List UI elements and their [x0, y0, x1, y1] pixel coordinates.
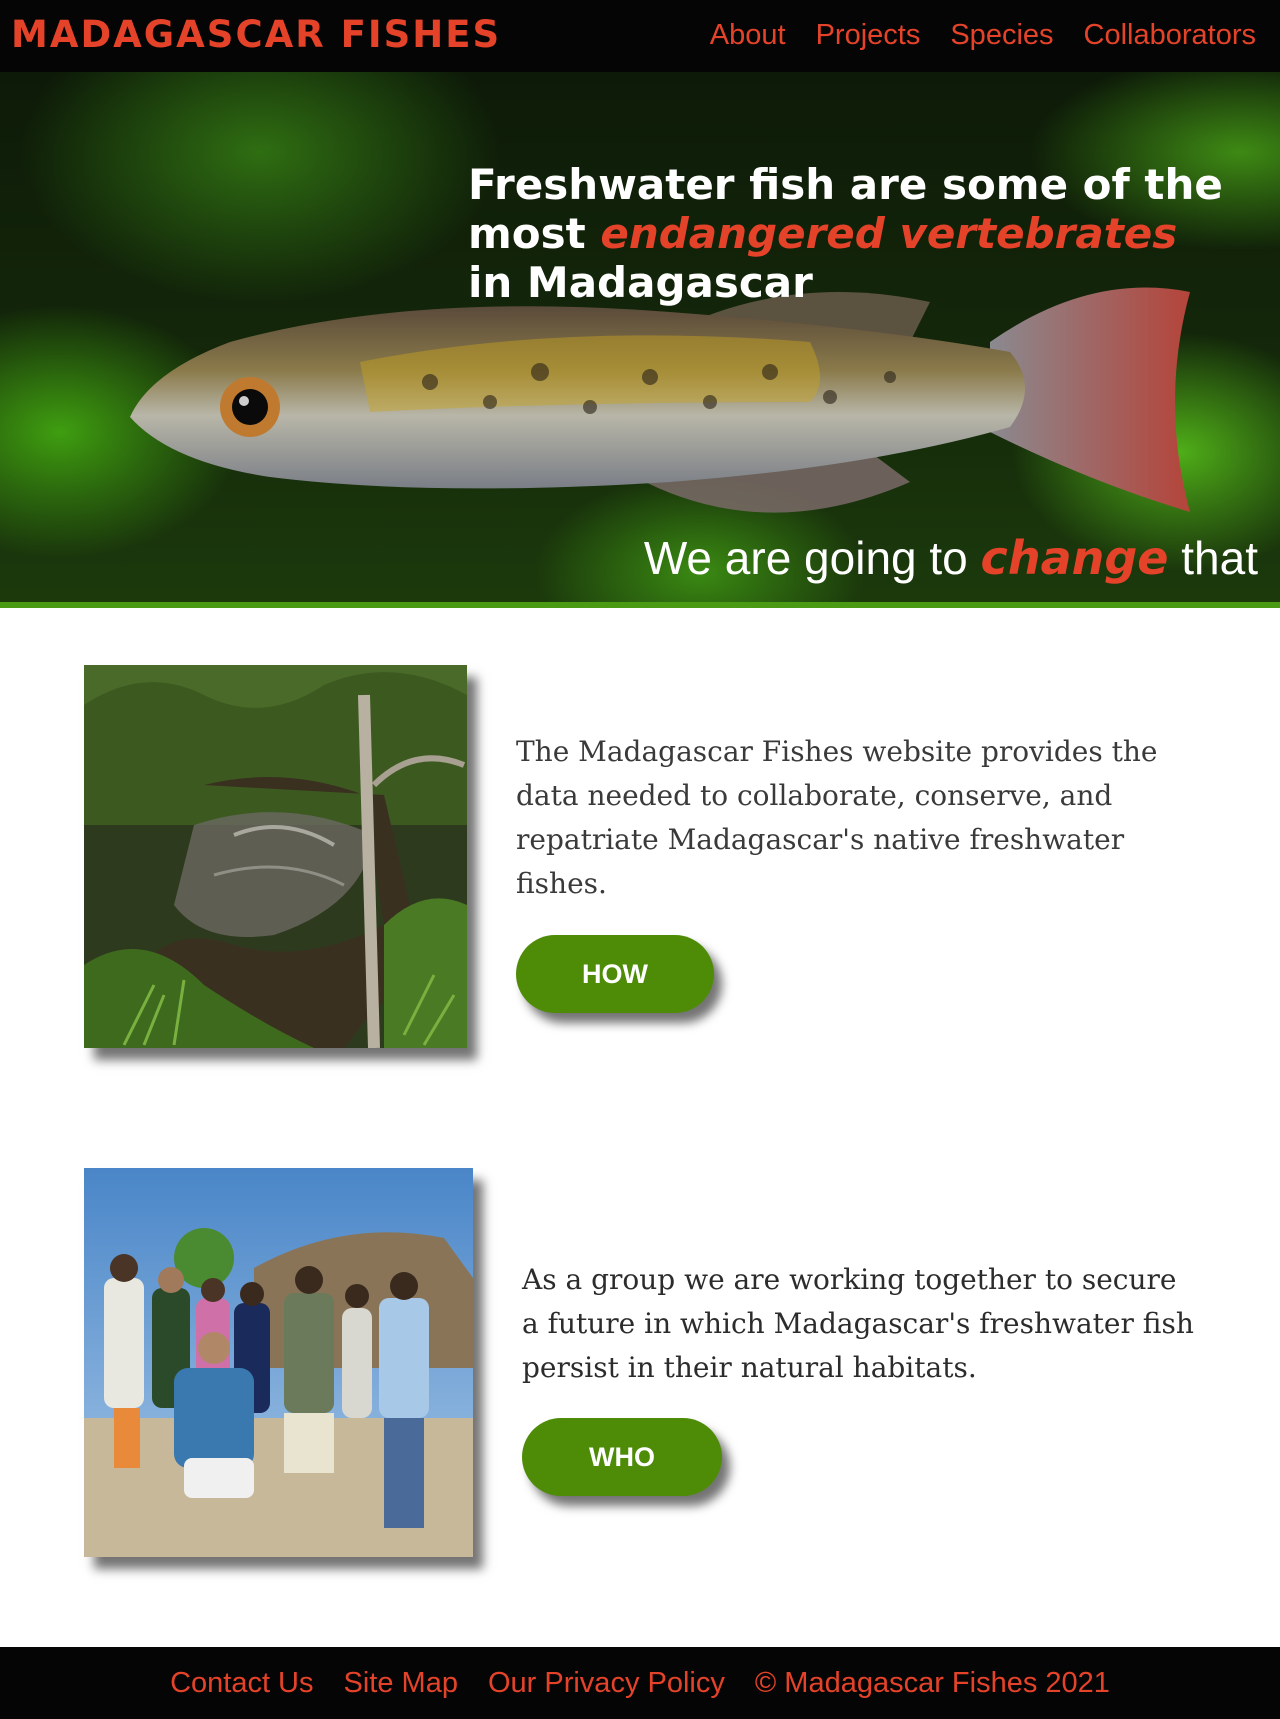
- nav-link-about[interactable]: About: [710, 14, 786, 56]
- hero-headline-line2: most endangered vertebrates: [468, 209, 1268, 258]
- hero-banner: Freshwater fish are some of the most end…: [0, 72, 1280, 608]
- who-button[interactable]: WHO: [522, 1418, 722, 1496]
- stream-photo: [84, 665, 467, 1048]
- nav-link-projects[interactable]: Projects: [816, 14, 921, 56]
- footer-copyright: © Madagascar Fishes 2021: [754, 1666, 1110, 1699]
- footer-link-contact[interactable]: Contact Us: [170, 1667, 313, 1700]
- hero-headline-line1: Freshwater fish are some of the: [468, 160, 1223, 209]
- hero-headline-line3: in Madagascar: [468, 258, 813, 307]
- nav-links: About Projects Species Collaborators: [710, 14, 1256, 56]
- top-nav: MADAGASCAR FISHES About Projects Species…: [0, 0, 1280, 72]
- nav-link-species[interactable]: Species: [950, 14, 1053, 56]
- footer-link-privacy[interactable]: Our Privacy Policy: [488, 1667, 725, 1700]
- site-logo[interactable]: MADAGASCAR FISHES: [11, 11, 501, 59]
- nav-link-collaborators[interactable]: Collaborators: [1084, 14, 1256, 56]
- hero-headline: Freshwater fish are some of the most end…: [468, 160, 1268, 307]
- hero-sub-emphasis: change: [980, 531, 1169, 585]
- footer: Contact Us Site Map Our Privacy Policy ©…: [0, 1647, 1280, 1719]
- hero-divider: [0, 602, 1280, 608]
- hero-subheadline: We are going to change that: [644, 530, 1258, 586]
- section-how-text: The Madagascar Fishes website provides t…: [516, 735, 1158, 900]
- hero-headline-line2-pre: most: [468, 209, 601, 258]
- hero-sub-pre: We are going to: [643, 532, 981, 584]
- group-photo: [84, 1168, 473, 1557]
- footer-link-sitemap[interactable]: Site Map: [344, 1667, 458, 1700]
- how-button[interactable]: HOW: [516, 935, 714, 1013]
- hero-sub-post: that: [1168, 532, 1258, 584]
- hero-headline-emphasis: endangered vertebrates: [600, 209, 1178, 258]
- section-who-text: As a group we are working together to se…: [522, 1263, 1194, 1384]
